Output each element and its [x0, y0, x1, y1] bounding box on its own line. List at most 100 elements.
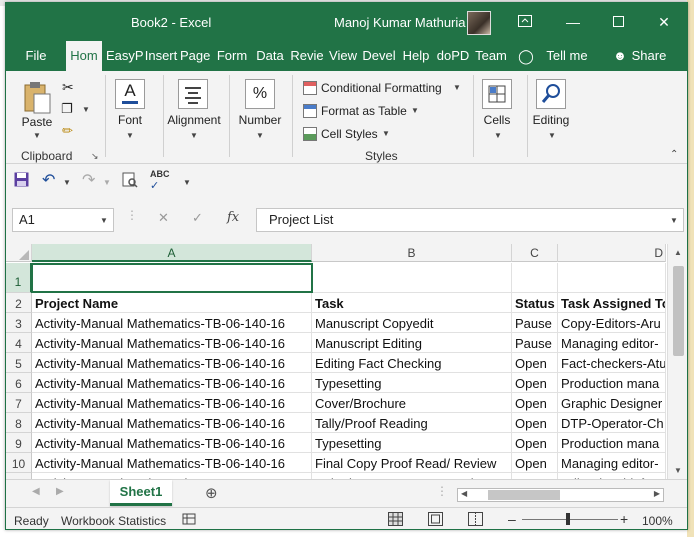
tab-easyp[interactable]: EasyP [106, 41, 144, 71]
number-group-button[interactable]: Number [236, 113, 284, 127]
row-header[interactable]: 5 [6, 353, 32, 373]
redo-icon[interactable]: ↷ [82, 170, 95, 190]
cell-a-5[interactable]: Activity-Manual Mathematics-TB-06-140-16 [32, 353, 312, 373]
zoom-in-icon[interactable]: + [620, 511, 628, 527]
row-header[interactable]: 1 [6, 263, 32, 293]
row-header[interactable]: 10 [6, 453, 32, 473]
cell-c-2[interactable]: Status [512, 293, 558, 313]
expand-formula-bar-icon[interactable]: ▼ [670, 216, 678, 225]
undo-dropdown-icon[interactable]: ▼ [63, 178, 71, 187]
cell-d-9[interactable]: Production mana [558, 433, 666, 453]
user-avatar[interactable] [467, 11, 491, 35]
copy-icon[interactable]: ❐ [61, 101, 73, 117]
cell-b-10[interactable]: Final Copy Proof Read/ Review [312, 453, 512, 473]
cells-icon[interactable] [482, 79, 512, 109]
editing-group-button[interactable]: Editing [526, 113, 576, 127]
lightbulb-icon[interactable]: ◯ [518, 41, 534, 71]
prev-sheet-icon[interactable]: ◀ [32, 486, 40, 497]
tab-help[interactable]: Help [401, 41, 431, 71]
name-box[interactable]: A1 [12, 208, 114, 232]
cell-b-3[interactable]: Manuscript Copyedit [312, 313, 512, 333]
row-header[interactable]: 4 [6, 333, 32, 353]
cell-c-8[interactable]: Open [512, 413, 558, 433]
cell-c-6[interactable]: Open [512, 373, 558, 393]
paste-dropdown-icon[interactable]: ▼ [33, 131, 41, 140]
clipboard-launcher-icon[interactable]: ↘ [91, 151, 99, 162]
close-icon[interactable]: ✕ [653, 11, 675, 33]
column-header-d[interactable]: D [558, 244, 666, 262]
editing-dropdown-icon[interactable]: ▼ [548, 131, 556, 140]
font-icon[interactable]: A [115, 79, 145, 109]
formula-input[interactable]: Project List [256, 208, 684, 232]
redo-dropdown-icon[interactable]: ▼ [103, 178, 111, 187]
tab-dopd[interactable]: doPD [436, 41, 470, 71]
cell-d-4[interactable]: Managing editor- [558, 333, 666, 353]
cell-a-4[interactable]: Activity-Manual Mathematics-TB-06-140-16 [32, 333, 312, 353]
cell-b-1[interactable] [312, 263, 512, 293]
tab-page[interactable]: Page [180, 41, 210, 71]
cell-a-9[interactable]: Activity-Manual Mathematics-TB-06-140-16 [32, 433, 312, 453]
cell-a-3[interactable]: Activity-Manual Mathematics-TB-06-140-16 [32, 313, 312, 333]
spelling-icon[interactable]: ABC ✓ [150, 169, 170, 192]
cell-b-8[interactable]: Tally/Proof Reading [312, 413, 512, 433]
share-button[interactable]: Share [631, 41, 667, 71]
tell-me-search[interactable]: Tell me [542, 41, 592, 71]
undo-icon[interactable]: ↶ [42, 170, 55, 190]
cell-c-9[interactable]: Open [512, 433, 558, 453]
vertical-scroll-thumb[interactable] [673, 266, 684, 356]
cell-a-2[interactable]: Project Name [32, 293, 312, 313]
cell-b-2[interactable]: Task [312, 293, 512, 313]
zoom-slider-knob[interactable] [566, 513, 570, 525]
worksheet-grid[interactable]: A B C D 1 2 Project Name Task Status Task Ass… [6, 244, 687, 493]
cell-d-5[interactable]: Fact-checkers-Atu [558, 353, 666, 373]
confirm-entry-icon[interactable]: ✓ [192, 210, 203, 226]
scroll-up-icon[interactable]: ▲ [674, 248, 682, 257]
cancel-entry-icon[interactable]: ✕ [158, 210, 169, 226]
add-sheet-icon[interactable]: ⊕ [205, 484, 218, 502]
row-header[interactable]: 6 [6, 373, 32, 393]
select-all-corner[interactable] [6, 244, 32, 262]
collapse-ribbon-icon[interactable]: ⌃ [670, 149, 678, 160]
row-header[interactable]: 2 [6, 293, 32, 313]
horizontal-scrollbar[interactable]: ◀ ▶ [457, 488, 664, 502]
share-person-icon[interactable]: ☻ [612, 41, 628, 71]
tab-data[interactable]: Data [256, 41, 284, 71]
scroll-left-icon[interactable]: ◀ [461, 489, 467, 498]
cell-b-9[interactable]: Typesetting [312, 433, 512, 453]
minimize-icon[interactable]: — [562, 11, 584, 33]
ribbon-display-options-icon[interactable] [514, 11, 536, 33]
cell-a-7[interactable]: Activity-Manual Mathematics-TB-06-140-16 [32, 393, 312, 413]
user-name[interactable]: Manoj Kumar Mathuria [334, 15, 466, 30]
cell-d-7[interactable]: Graphic Designer [558, 393, 666, 413]
cell-d-1[interactable] [558, 263, 666, 293]
cell-c-3[interactable]: Pause [512, 313, 558, 333]
horizontal-scroll-thumb[interactable] [488, 490, 560, 500]
alignment-icon[interactable] [178, 79, 208, 109]
cell-a-6[interactable]: Activity-Manual Mathematics-TB-06-140-16 [32, 373, 312, 393]
editing-icon[interactable] [536, 79, 566, 109]
row-header[interactable]: 8 [6, 413, 32, 433]
column-header-b[interactable]: B [312, 244, 512, 262]
scroll-down-icon[interactable]: ▼ [674, 466, 682, 475]
cells-group-button[interactable]: Cells [477, 113, 517, 127]
cell-d-3[interactable]: Copy-Editors-Aru [558, 313, 666, 333]
column-header-c[interactable]: C [512, 244, 558, 262]
cell-b-5[interactable]: Editing Fact Checking [312, 353, 512, 373]
paste-button[interactable]: Paste [20, 115, 54, 129]
cell-c-7[interactable]: Open [512, 393, 558, 413]
number-dropdown-icon[interactable]: ▼ [256, 131, 264, 140]
tab-home[interactable]: Hom [66, 41, 102, 71]
cell-c-4[interactable]: Pause [512, 333, 558, 353]
tab-team[interactable]: Team [474, 41, 508, 71]
cell-d-10[interactable]: Managing editor- [558, 453, 666, 473]
zoom-out-icon[interactable]: – [508, 511, 516, 527]
workbook-statistics-button[interactable]: Workbook Statistics [61, 514, 166, 528]
cut-icon[interactable]: ✂ [62, 79, 74, 96]
font-dropdown-icon[interactable]: ▼ [126, 131, 134, 140]
cell-a-10[interactable]: Activity-Manual Mathematics-TB-06-140-16 [32, 453, 312, 473]
normal-view-icon[interactable] [388, 512, 403, 529]
insert-function-icon[interactable]: fx [227, 210, 239, 225]
cell-d-6[interactable]: Production mana [558, 373, 666, 393]
row-header[interactable]: 7 [6, 393, 32, 413]
cell-b-6[interactable]: Typesetting [312, 373, 512, 393]
